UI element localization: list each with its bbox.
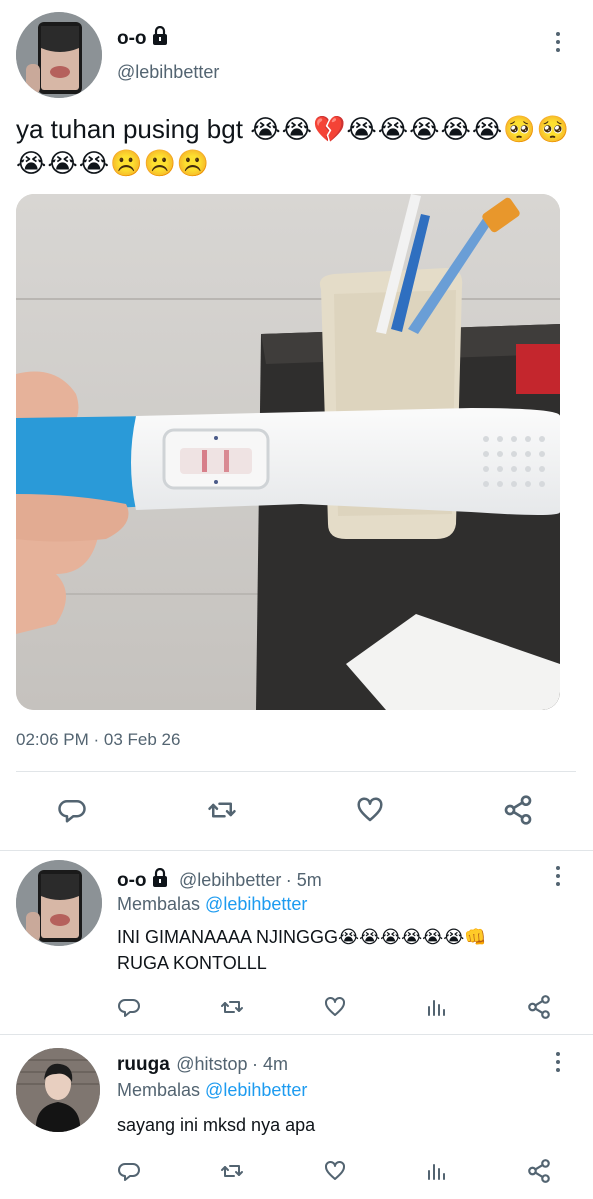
like-button[interactable] [320, 992, 350, 1022]
reply-text-line2: RUGA KONTOLLL [117, 953, 267, 973]
reply-button[interactable] [114, 992, 144, 1022]
reply-time: · 4m [252, 1054, 288, 1074]
share-icon [528, 995, 550, 1019]
lock-icon [151, 25, 169, 52]
share-icon [528, 1159, 550, 1183]
reply-author-name[interactable]: o-o [117, 870, 147, 891]
retweet-icon [221, 1001, 243, 1013]
divider [16, 771, 576, 772]
more-vertical-icon[interactable] [554, 866, 562, 890]
replying-to: Membalas @lebihbetter [117, 894, 308, 914]
reply-button[interactable] [114, 1156, 144, 1186]
share-button[interactable] [524, 1156, 554, 1186]
tweet-text: ya tuhan pusing bgt [16, 114, 243, 144]
divider [0, 850, 593, 851]
divider [0, 1034, 593, 1035]
reply-avatar[interactable] [16, 1048, 100, 1132]
author-avatar[interactable] [16, 12, 102, 98]
tweet-emojis-line2: 😭😭😭☹️☹️☹️ [16, 148, 211, 178]
reply-icon [118, 1163, 140, 1181]
reply-button[interactable] [52, 792, 92, 828]
heart-icon [325, 1160, 345, 1180]
retweet-button[interactable] [216, 992, 248, 1022]
views-button[interactable] [422, 992, 452, 1022]
share-button[interactable] [498, 792, 538, 828]
heart-icon [325, 996, 345, 1016]
share-icon [504, 795, 532, 825]
heart-icon [357, 797, 383, 822]
views-icon [428, 1000, 445, 1016]
lock-icon [151, 867, 169, 893]
retweet-button[interactable] [216, 1156, 248, 1186]
like-button[interactable] [320, 1156, 350, 1186]
reply-author-handle[interactable]: @hitstop [176, 1054, 247, 1074]
reply-author-name[interactable]: ruuga [117, 1054, 170, 1075]
tweet-media-image[interactable] [16, 194, 560, 710]
replying-to: Membalas @lebihbetter [117, 1080, 308, 1100]
replying-to-link[interactable]: @lebihbetter [205, 1080, 307, 1100]
retweet-icon [208, 802, 236, 818]
author-name[interactable]: o-o [117, 28, 147, 49]
retweet-icon [221, 1165, 243, 1177]
reply-icon [118, 999, 140, 1017]
reply-text-line1: sayang ini mksd nya apa [117, 1115, 316, 1135]
share-button[interactable] [524, 992, 554, 1022]
retweet-button[interactable] [202, 792, 242, 828]
more-vertical-icon[interactable] [554, 32, 562, 56]
tweet-emojis: 😭😭💔😭😭😭😭😭🥺🥺 [250, 114, 570, 144]
replying-to-link[interactable]: @lebihbetter [205, 894, 307, 914]
tweet-timestamp[interactable]: 02:06 PM · 03 Feb 26 [16, 730, 180, 750]
author-handle[interactable]: @lebihbetter [117, 62, 219, 83]
reply-text-line1: INI GIMANAAAA NJINGGG😭😭😭😭😭😭👊 [117, 927, 487, 947]
reply-time: · 5m [285, 870, 322, 890]
reply-author-handle[interactable]: @lebihbetter [179, 870, 281, 890]
views-button[interactable] [422, 1156, 452, 1186]
more-vertical-icon[interactable] [554, 1052, 562, 1076]
views-icon [428, 1164, 445, 1180]
reply-icon [58, 800, 86, 823]
like-button[interactable] [350, 792, 390, 828]
reply-avatar[interactable] [16, 860, 102, 946]
